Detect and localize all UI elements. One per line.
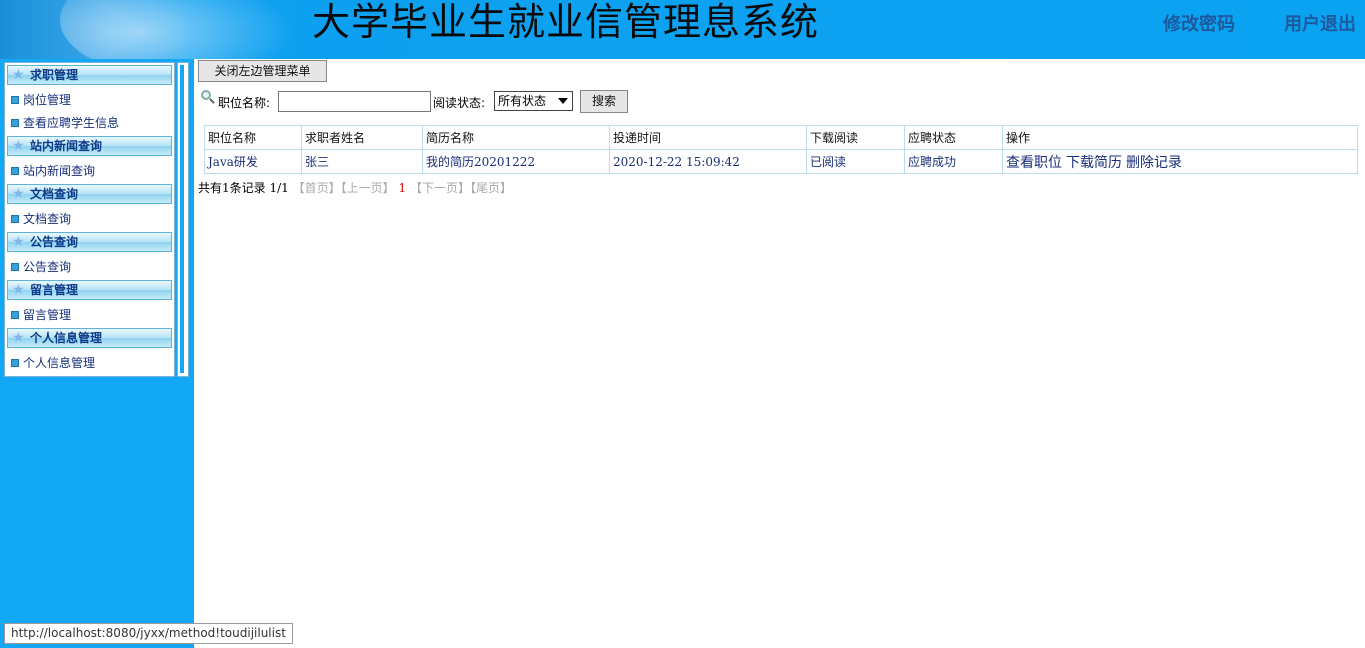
menu-item-label: 查看应聘学生信息: [23, 116, 120, 130]
position-name-input[interactable]: [278, 91, 431, 112]
menu-item-label: 岗位管理: [23, 93, 72, 107]
menu-group-title: 个人信息管理: [30, 331, 103, 345]
cell-applicant: 张三: [301, 149, 423, 174]
menu-item-label: 公告查询: [23, 260, 72, 274]
column-header: 应聘状态: [904, 125, 1003, 150]
bullet-icon: [11, 119, 19, 127]
app-title: 大学毕业生就业信管理息系统: [312, 0, 820, 44]
current-page[interactable]: 1: [398, 181, 406, 195]
browser-status-bar: http://localhost:8080/jyxx/method!toudij…: [4, 623, 293, 644]
first-page-link[interactable]: 【首页】: [293, 181, 341, 195]
menu-group-title: 留言管理: [30, 283, 79, 297]
close-menu-button[interactable]: 关闭左边管理菜单: [198, 60, 327, 82]
column-header: 职位名称: [204, 125, 302, 150]
star-icon: ★: [12, 138, 25, 154]
column-header: 操作: [1002, 125, 1358, 150]
search-button[interactable]: 搜索: [580, 90, 628, 113]
menu-group-message[interactable]: ★ 留言管理: [7, 280, 172, 300]
change-password-link[interactable]: 修改密码: [1163, 10, 1235, 36]
cell-time: 2020-12-22 15:09:42: [609, 149, 807, 174]
menu-item-message-manage[interactable]: 留言管理: [11, 307, 71, 323]
read-status-label: 阅读状态:: [433, 96, 486, 110]
record-count: 共有1条记录: [198, 181, 266, 195]
cell-read: 已阅读: [806, 149, 905, 174]
star-icon: ★: [12, 186, 25, 202]
last-page-link[interactable]: 【尾页】: [470, 181, 512, 195]
bullet-icon: [11, 96, 19, 104]
position-name-label: 职位名称:: [218, 96, 271, 110]
bullet-icon: [11, 311, 19, 319]
header-decoration: [60, 0, 320, 59]
column-header: 求职者姓名: [301, 125, 423, 150]
chevron-down-icon: [558, 98, 568, 104]
sidebar-menu: ★ 求职管理 岗位管理 查看应聘学生信息 ★ 站内新闻查询 站内新闻查询 ★ 文…: [4, 62, 175, 377]
cell-position: Java研发: [204, 149, 302, 174]
menu-item-label: 站内新闻查询: [23, 164, 96, 178]
search-bar: 职位名称: 阅读状态: 所有状态 搜索: [198, 89, 1298, 113]
menu-group-title: 站内新闻查询: [30, 139, 103, 153]
menu-group-title: 文档查询: [30, 187, 79, 201]
menu-group-title: 求职管理: [30, 68, 79, 82]
main-content: 关闭左边管理菜单 职位名称: 阅读状态: 所有状态 搜索 职位名称 求职者姓名 …: [194, 59, 1365, 648]
menu-item-label: 留言管理: [23, 308, 72, 322]
star-icon: ★: [12, 234, 25, 250]
menu-group-title: 公告查询: [30, 235, 79, 249]
bullet-icon: [11, 359, 19, 367]
star-icon: ★: [12, 67, 25, 83]
menu-group-job[interactable]: ★ 求职管理: [7, 65, 172, 85]
view-position-link[interactable]: 查看职位: [1006, 155, 1062, 171]
menu-item-news-query[interactable]: 站内新闻查询: [11, 163, 95, 179]
column-header: 简历名称: [422, 125, 610, 150]
search-icon: [198, 89, 215, 105]
logout-link[interactable]: 用户退出: [1284, 10, 1356, 36]
column-header: 下载阅读: [806, 125, 905, 150]
delete-record-link[interactable]: 删除记录: [1126, 155, 1182, 171]
prev-page-link[interactable]: 【上一页】: [341, 181, 395, 195]
next-page-link[interactable]: 【下一页】: [410, 181, 470, 195]
menu-item-profile-manage[interactable]: 个人信息管理: [11, 355, 95, 371]
menu-group-notice[interactable]: ★ 公告查询: [7, 232, 172, 252]
menu-item-position-manage[interactable]: 岗位管理: [11, 92, 71, 108]
application-table: 职位名称 求职者姓名 简历名称 投递时间 下载阅读 应聘状态 操作 Java研发…: [204, 125, 1358, 174]
menu-item-doc-query[interactable]: 文档查询: [11, 211, 71, 227]
menu-item-label: 文档查询: [23, 212, 72, 226]
cell-status: 应聘成功: [904, 149, 1003, 174]
star-icon: ★: [12, 330, 25, 346]
pagination: 共有1条记录 1/1 【首页】【上一页】 1 【下一页】【尾页】: [198, 179, 512, 196]
table-header-row: 职位名称 求职者姓名 简历名称 投递时间 下载阅读 应聘状态 操作: [204, 125, 1358, 150]
cell-operations: 查看职位 下载简历 删除记录: [1002, 149, 1358, 174]
menu-group-news[interactable]: ★ 站内新闻查询: [7, 136, 172, 156]
menu-group-docs[interactable]: ★ 文档查询: [7, 184, 172, 204]
download-resume-link[interactable]: 下载简历: [1066, 155, 1122, 171]
table-row: Java研发 张三 我的简历20201222 2020-12-22 15:09:…: [204, 149, 1358, 174]
star-icon: ★: [12, 282, 25, 298]
bullet-icon: [11, 263, 19, 271]
bullet-icon: [11, 215, 19, 223]
menu-group-profile[interactable]: ★ 个人信息管理: [7, 328, 172, 348]
column-header: 投递时间: [609, 125, 807, 150]
read-status-selected: 所有状态: [498, 94, 547, 108]
sidebar-splitter[interactable]: [177, 62, 189, 377]
page-indicator: 1/1: [269, 181, 289, 195]
menu-item-label: 个人信息管理: [23, 356, 96, 370]
app-header: 大学毕业生就业信管理息系统 修改密码 用户退出: [0, 0, 1365, 59]
bullet-icon: [11, 167, 19, 175]
menu-item-notice-query[interactable]: 公告查询: [11, 259, 71, 275]
cell-resume: 我的简历20201222: [422, 149, 610, 174]
menu-item-view-applicants[interactable]: 查看应聘学生信息: [11, 115, 119, 131]
read-status-select[interactable]: 所有状态: [494, 91, 573, 111]
